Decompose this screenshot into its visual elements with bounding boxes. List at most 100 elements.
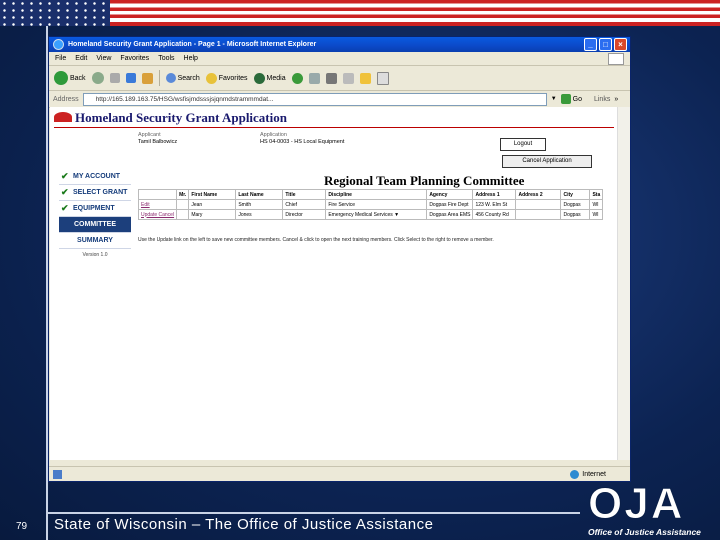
table-input[interactable]: Jones	[235, 209, 284, 220]
table-cell: Dogpas	[560, 199, 591, 210]
cancel-application-button[interactable]: Cancel Application	[502, 155, 592, 168]
application-label: Application	[260, 132, 287, 138]
favorites-button[interactable]: Favorites	[205, 72, 248, 84]
stop-icon[interactable]	[109, 73, 120, 83]
refresh-icon[interactable]	[125, 73, 136, 83]
oja-logo-text: OJA	[588, 479, 685, 528]
table-input[interactable]: Dogpas Area EMS	[426, 209, 474, 220]
checkmark-icon: ✔	[61, 171, 69, 181]
checkmark-icon: ✔	[61, 203, 69, 213]
discipline-select[interactable]: Emergency Medical Services ▼	[325, 209, 428, 220]
table-input[interactable]: Director	[282, 209, 327, 220]
mail-icon[interactable]	[308, 72, 320, 84]
title-rule	[54, 127, 614, 128]
browser-toolbar: Back Search Favorites Media	[49, 66, 630, 91]
table-row: Update Cancel Mary Jones Director Emerge…	[137, 209, 604, 220]
nav-select-grant[interactable]: ✔ SELECT GRANT	[59, 185, 131, 201]
favorites-label: Favorites	[218, 74, 248, 82]
nav-equipment-label: EQUIPMENT	[73, 205, 115, 212]
edit-link[interactable]: Edit	[141, 202, 150, 208]
table-cell: Smith	[235, 199, 284, 210]
agency-logo-icon	[54, 112, 72, 122]
window-title: Homeland Security Grant Application - Pa…	[68, 41, 317, 48]
flag-stars	[0, 0, 110, 26]
nav-summary[interactable]: SUMMARY	[59, 233, 131, 249]
table-input[interactable]: Mary	[188, 209, 237, 220]
app-title: Homeland Security Grant Application	[54, 110, 287, 126]
discipline-select-value: Emergency Medical Services	[328, 211, 393, 218]
table-input[interactable]: WI	[589, 209, 604, 220]
print-icon[interactable]	[325, 72, 337, 84]
history-icon[interactable]	[291, 72, 303, 84]
address-input[interactable]: http://165.189.163.75/HSG/wsfisjmdsssjsj…	[82, 92, 547, 106]
go-button[interactable]: Go	[560, 94, 582, 104]
table-input[interactable]	[515, 209, 562, 220]
globe-icon	[570, 469, 580, 479]
go-arrow-icon	[560, 94, 571, 104]
page-icon[interactable]	[376, 71, 389, 85]
col-header: Discipline	[325, 189, 428, 200]
back-label: Back	[70, 74, 86, 82]
nav-my-account[interactable]: ✔ MY ACCOUNT	[59, 169, 131, 185]
menu-help[interactable]: Help	[184, 55, 198, 62]
slide-footer: State of Wisconsin – The Office of Justi…	[54, 516, 434, 533]
menu-bar: File Edit View Favorites Tools Help	[49, 52, 630, 66]
media-icon	[253, 72, 265, 84]
security-zone: Internet	[570, 469, 606, 479]
search-label: Search	[177, 74, 200, 82]
col-header: Sta	[589, 189, 604, 200]
table-cell: 123 W. Elm St	[472, 199, 517, 210]
address-label: Address	[53, 95, 79, 103]
status-bar: Internet	[49, 466, 630, 481]
page-content: Homeland Security Grant Application Appl…	[50, 107, 617, 460]
table-input[interactable]	[176, 209, 190, 220]
close-button[interactable]: ×	[614, 38, 627, 51]
back-button[interactable]: Back	[54, 71, 86, 85]
search-icon	[165, 73, 176, 83]
folder-icon[interactable]	[359, 72, 371, 84]
links-label[interactable]: Links	[594, 96, 610, 103]
nav-summary-label: SUMMARY	[77, 237, 113, 244]
section-title: Regional Team Planning Committee	[324, 173, 525, 188]
edit-icon[interactable]	[342, 72, 354, 84]
logout-button[interactable]: Logout	[500, 138, 546, 151]
address-bar: Address http://165.189.163.75/HSG/wsfisj…	[49, 91, 630, 108]
vertical-scrollbar[interactable]	[617, 107, 630, 460]
menu-view[interactable]: View	[96, 55, 111, 62]
col-header: Address 1	[472, 189, 517, 200]
nav-committee-label: COMMITTEE	[74, 221, 116, 228]
menu-tools[interactable]: Tools	[158, 55, 174, 62]
table-input[interactable]: 456 County Rd	[472, 209, 517, 220]
media-label: Media	[266, 74, 286, 82]
home-icon[interactable]	[141, 72, 153, 84]
menu-favorites[interactable]: Favorites	[120, 55, 149, 62]
col-header: Agency	[426, 189, 474, 200]
update-cancel-link[interactable]: Update Cancel	[141, 212, 174, 218]
applicant-label: Applicant	[138, 132, 161, 138]
nav-footer: Version 1.0	[82, 252, 108, 258]
table-cell: Dogpas Fire Dept	[426, 199, 474, 210]
table-cell: Chief	[282, 199, 327, 210]
table-input[interactable]: Dogpas	[560, 209, 591, 220]
maximize-button[interactable]: □	[599, 38, 612, 51]
search-button[interactable]: Search	[165, 73, 200, 83]
app-title-text: Homeland Security Grant Application	[75, 110, 287, 125]
application-info: Application HS 04-0003 - HS Local Equipm…	[260, 132, 344, 146]
media-button[interactable]: Media	[253, 72, 286, 84]
toolbar-separator	[158, 70, 160, 86]
zone-label: Internet	[582, 470, 606, 478]
committee-table: Mr. First Name Last Name Title Disciplin…	[137, 189, 604, 220]
browser-window: Homeland Security Grant Application - Pa…	[48, 36, 631, 482]
page-status-icon	[53, 469, 62, 479]
forward-arrow-icon[interactable]	[91, 72, 104, 84]
minimize-button[interactable]: _	[584, 38, 597, 51]
table-cell: WI	[589, 199, 604, 210]
table-cell	[176, 199, 190, 210]
instructions-note: Use the Update link on the left to save …	[138, 237, 494, 243]
nav-equipment[interactable]: ✔ EQUIPMENT	[59, 201, 131, 217]
links-chevron-icon[interactable]: »	[614, 96, 618, 103]
menu-edit[interactable]: Edit	[75, 55, 87, 62]
address-dropdown-icon[interactable]: ▼	[551, 96, 557, 102]
nav-committee[interactable]: COMMITTEE	[59, 217, 131, 233]
menu-file[interactable]: File	[55, 55, 66, 62]
